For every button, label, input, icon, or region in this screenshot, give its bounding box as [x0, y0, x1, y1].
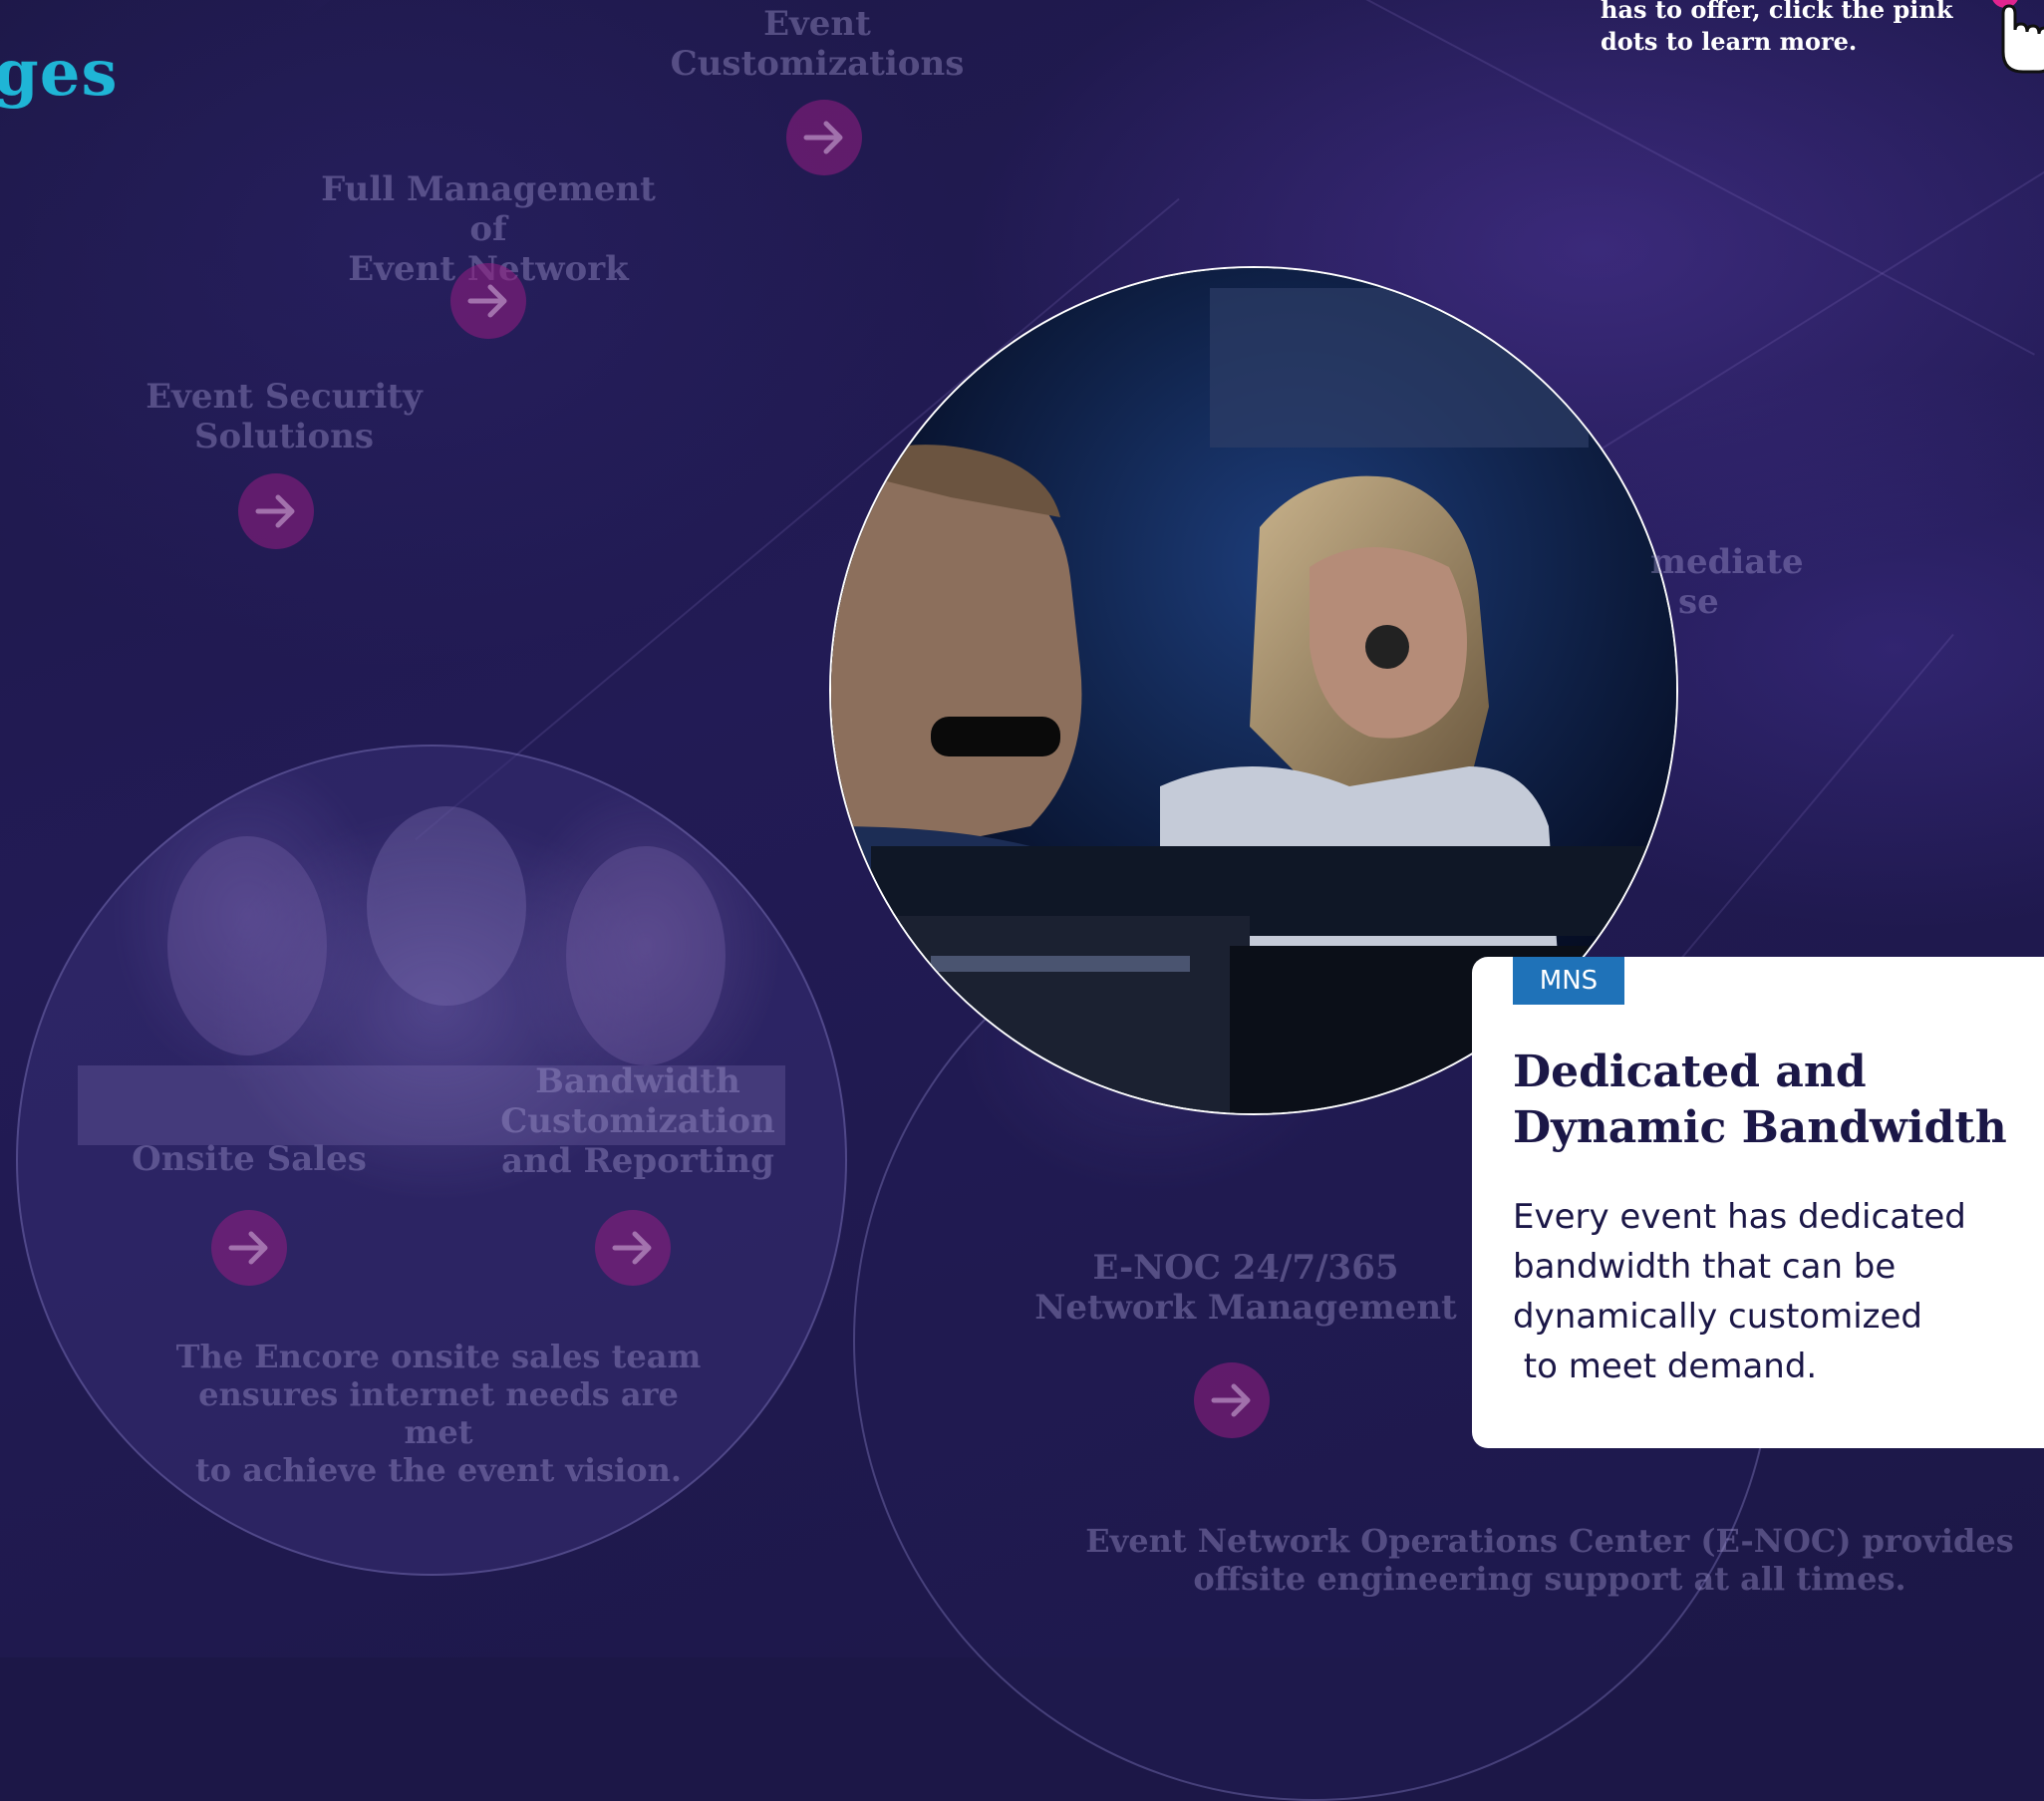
pink-dot-bandwidth-customization[interactable]	[595, 1210, 671, 1286]
hand-pointer-icon	[1991, 0, 2044, 80]
instruction-text: has to offer, click the pink dots to lea…	[1601, 0, 1959, 58]
card-description-line: dynamically customized	[1513, 1297, 1923, 1337]
description-line: The Encore onsite sales team	[175, 1338, 702, 1375]
feature-label: Full Management of	[321, 169, 656, 249]
feature-event-customizations: Event Customizations	[648, 4, 987, 84]
page-title: ges	[0, 36, 119, 111]
description-line: Event Network Operations Center (E-NOC) …	[1085, 1522, 2014, 1560]
pink-dot-full-management[interactable]	[450, 263, 526, 339]
card-title: Dedicated and Dynamic Bandwidth	[1513, 1045, 2031, 1156]
description-line: ensures internet needs are met	[198, 1375, 679, 1451]
feature-label: Customization	[500, 1101, 775, 1141]
feature-bandwidth-customization: Bandwidth Customization and Reporting	[498, 1061, 777, 1181]
arrow-right-icon	[255, 494, 295, 528]
feature-enoc: E-NOC 24/7/365 Network Management	[1017, 1248, 1475, 1328]
feature-label: Solutions	[193, 417, 375, 456]
feature-label: and Reporting	[501, 1141, 774, 1181]
card-description-line: Every event has dedicated	[1513, 1197, 1966, 1237]
instruction-line: has to offer, click the pink	[1601, 0, 1953, 24]
feature-label: Onsite Sales	[132, 1139, 367, 1179]
feature-label: Event	[763, 4, 871, 44]
instruction-line: dots to learn more.	[1601, 27, 1858, 56]
arrow-right-icon	[228, 1231, 268, 1265]
pink-dot-enoc[interactable]	[1194, 1362, 1270, 1438]
description-line: to achieve the event vision.	[194, 1451, 683, 1489]
feature-onsite-sales: Onsite Sales	[120, 1139, 379, 1179]
arrow-right-icon	[803, 121, 843, 154]
pink-dot-onsite-sales[interactable]	[211, 1210, 287, 1286]
feature-info-card: MNS Dedicated and Dynamic Bandwidth Ever…	[1472, 957, 2044, 1448]
feature-label: mediate	[1650, 542, 1804, 582]
feature-label: E-NOC 24/7/365	[1092, 1248, 1399, 1288]
arrow-right-icon	[1211, 1383, 1251, 1417]
feature-immediate-response: mediate se	[1650, 542, 1870, 622]
arrow-right-icon	[467, 284, 507, 318]
description-line: offsite engineering support at all times…	[1193, 1560, 1906, 1598]
card-description-line: to meet demand.	[1513, 1347, 1818, 1386]
feature-label: se	[1678, 582, 1719, 622]
pink-dot-event-customizations[interactable]	[786, 100, 862, 175]
feature-label: Event Security	[146, 377, 423, 417]
card-description-line: bandwidth that can be	[1513, 1247, 1897, 1287]
enoc-description: Event Network Operations Center (E-NOC) …	[1076, 1522, 2023, 1598]
onsite-sales-description: The Encore onsite sales team ensures int…	[169, 1338, 708, 1489]
category-tag: MNS	[1513, 957, 1624, 1005]
pink-dot-event-security[interactable]	[238, 473, 314, 549]
feature-event-security: Event Security Solutions	[130, 377, 438, 456]
card-title-line: Dedicated and	[1513, 1047, 1867, 1097]
feature-label: Customizations	[670, 44, 965, 84]
arrow-right-icon	[612, 1231, 652, 1265]
card-title-line: Dynamic Bandwidth	[1513, 1102, 2007, 1153]
feature-label: Network Management	[1034, 1288, 1457, 1328]
card-description: Every event has dedicated bandwidth that…	[1513, 1192, 2031, 1391]
feature-label: Bandwidth	[535, 1061, 740, 1101]
